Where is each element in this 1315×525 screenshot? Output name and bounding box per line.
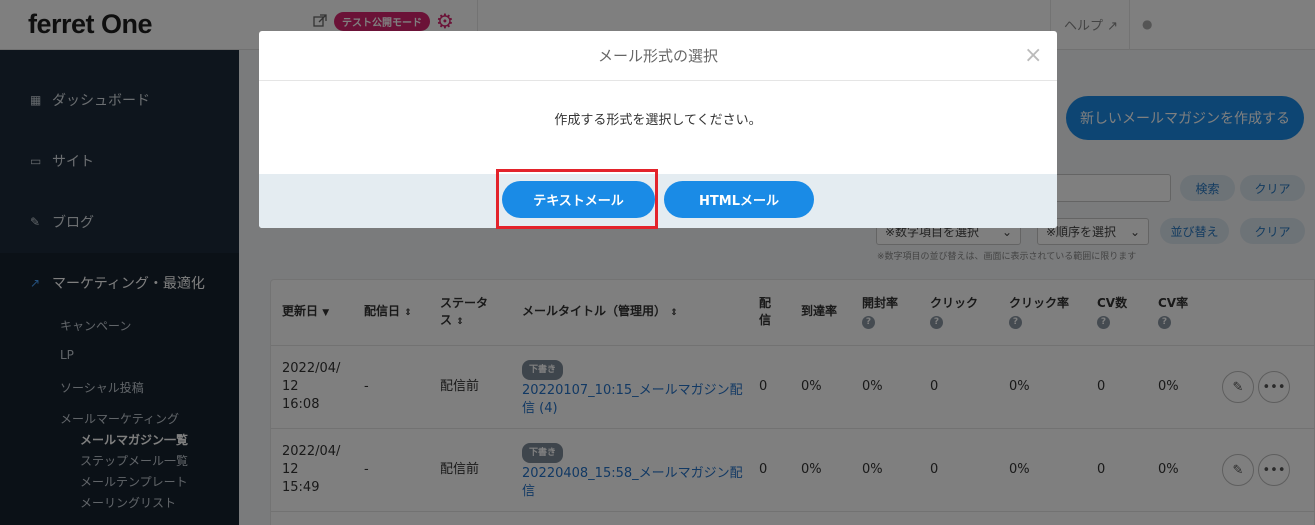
dialog-footer: テキストメール HTMLメール xyxy=(259,174,1057,228)
dialog-title: メール形式の選択 xyxy=(259,31,1057,81)
highlight-box xyxy=(496,169,658,229)
dialog-message: 作成する形式を選択してください。 xyxy=(554,113,762,128)
mail-format-dialog: メール形式の選択 × 作成する形式を選択してください。 テキストメール HTML… xyxy=(259,31,1057,228)
close-icon[interactable]: × xyxy=(1024,43,1042,68)
html-mail-button[interactable]: HTMLメール xyxy=(664,181,814,218)
